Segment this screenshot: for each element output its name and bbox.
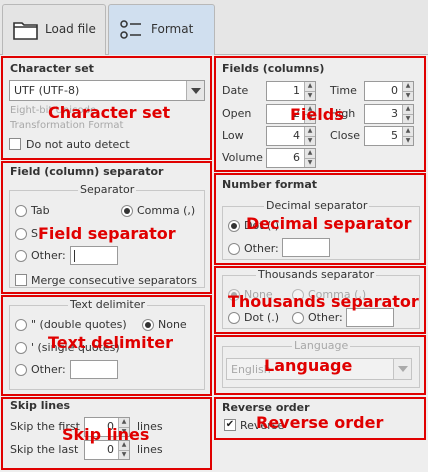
- date-value: 1: [293, 84, 300, 97]
- decimal-other-label: Other:: [244, 242, 279, 255]
- settings-list-icon: [120, 20, 141, 39]
- delimiter-none-label: None: [158, 318, 187, 331]
- tab-load-file-label: Load file: [45, 22, 96, 36]
- low-spinner[interactable]: 4 ▲ ▼: [266, 126, 316, 146]
- separator-other-radio[interactable]: [15, 250, 27, 262]
- decimal-separator-group-title: Decimal separator: [264, 199, 370, 212]
- spinner-down-icon[interactable]: ▼: [403, 115, 413, 124]
- tab-load-file[interactable]: Load file: [2, 4, 106, 55]
- close-value: 5: [391, 129, 398, 142]
- merge-separators-label: Merge consecutive separators: [31, 274, 198, 287]
- charset-dropdown-button[interactable]: [186, 81, 204, 100]
- thousands-other-radio[interactable]: [292, 312, 304, 324]
- reverse-order-checkbox[interactable]: ✔: [224, 419, 236, 431]
- charset-selected-value: UTF (UTF-8): [14, 84, 80, 97]
- spinner-up-icon[interactable]: ▲: [403, 105, 413, 115]
- no-auto-detect-checkbox[interactable]: [9, 138, 21, 150]
- spinner-up-icon[interactable]: ▲: [305, 127, 315, 137]
- character-set-overlay-label: Character set: [48, 103, 171, 122]
- no-auto-detect-label: Do not auto detect: [26, 138, 130, 151]
- skip-last-suffix: lines: [137, 443, 163, 456]
- low-value: 4: [293, 129, 300, 142]
- thousands-separator-group-title: Thousands separator: [256, 268, 377, 281]
- semicolon-radio[interactable]: [15, 228, 27, 240]
- spinner-down-icon[interactable]: ▼: [305, 92, 315, 101]
- time-label: Time: [330, 84, 357, 97]
- time-spinner[interactable]: 0 ▲ ▼: [364, 81, 414, 101]
- spinner-down-icon[interactable]: ▼: [403, 92, 413, 101]
- volume-label: Volume: [222, 151, 263, 164]
- separator-other-input[interactable]: [70, 246, 118, 265]
- decimal-other-input[interactable]: [282, 238, 330, 257]
- spinner-down-icon[interactable]: ▼: [305, 137, 315, 146]
- delimiter-none-radio[interactable]: [142, 319, 154, 331]
- spinner-up-icon[interactable]: ▲: [403, 127, 413, 137]
- tab-format-label: Format: [151, 22, 194, 36]
- comma-radio[interactable]: [121, 205, 133, 217]
- double-quotes-label: " (double quotes): [31, 318, 127, 331]
- high-value: 3: [391, 107, 398, 120]
- low-label: Low: [222, 129, 244, 142]
- spinner-down-icon[interactable]: ▼: [403, 137, 413, 146]
- comma-radio-label: Comma (,): [137, 204, 196, 217]
- decimal-separator-overlay-label: Decimal separator: [246, 214, 412, 233]
- delimiter-other-input[interactable]: [70, 360, 118, 379]
- number-format-title: Number format: [222, 178, 317, 191]
- open-label: Open: [222, 107, 252, 120]
- close-spinner[interactable]: 5 ▲ ▼: [364, 126, 414, 146]
- delimiter-other-label: Other:: [31, 363, 66, 376]
- fields-overlay-label: Fields: [290, 105, 344, 124]
- skip-lines-overlay-label: Skip lines: [62, 425, 150, 444]
- skip-last-label: Skip the last: [10, 443, 79, 456]
- folder-icon: [13, 22, 38, 40]
- decimal-dot-radio[interactable]: [228, 220, 240, 232]
- semicolon-radio-label: S: [31, 227, 38, 240]
- high-spinner[interactable]: 3 ▲ ▼: [364, 104, 414, 124]
- separator-group-title: Separator: [78, 183, 137, 196]
- charset-select[interactable]: UTF (UTF-8): [9, 80, 205, 101]
- double-quotes-radio[interactable]: [15, 319, 27, 331]
- spinner-up-icon[interactable]: ▲: [403, 82, 413, 92]
- language-overlay-label: Language: [264, 356, 353, 375]
- character-set-title: Character set: [10, 62, 94, 75]
- fields-title: Fields (columns): [222, 62, 325, 75]
- thousands-separator-overlay-label: Thousands separator: [228, 292, 419, 311]
- text-delimiter-overlay-label: Text delimiter: [48, 333, 173, 352]
- merge-separators-checkbox[interactable]: [15, 274, 27, 286]
- tab-format[interactable]: Format: [108, 4, 215, 55]
- close-label: Close: [330, 129, 360, 142]
- volume-spinner[interactable]: 6 ▲ ▼: [266, 148, 316, 168]
- skip-lines-title: Skip lines: [10, 399, 71, 412]
- single-quotes-radio[interactable]: [15, 342, 27, 354]
- date-label: Date: [222, 84, 249, 97]
- language-group-title: Language: [292, 339, 351, 352]
- reverse-order-overlay-label: Reverse order: [256, 413, 384, 432]
- separator-other-label: Other:: [31, 249, 66, 262]
- chevron-down-icon: [191, 88, 201, 94]
- thousands-dot-label: Dot (.): [244, 311, 280, 324]
- field-separator-overlay-label: Field separator: [38, 224, 176, 243]
- spinner-up-icon[interactable]: ▲: [305, 82, 315, 92]
- tab-radio[interactable]: [15, 205, 27, 217]
- spinner-down-icon[interactable]: ▼: [305, 159, 315, 168]
- volume-value: 6: [293, 151, 300, 164]
- thousands-other-label: Other:: [308, 311, 343, 324]
- delimiter-other-radio[interactable]: [15, 364, 27, 376]
- spinner-up-icon[interactable]: ▲: [305, 149, 315, 159]
- tab-radio-label: Tab: [31, 204, 50, 217]
- chevron-down-icon: [398, 366, 408, 372]
- date-spinner[interactable]: 1 ▲ ▼: [266, 81, 316, 101]
- time-value: 0: [391, 84, 398, 97]
- decimal-other-radio[interactable]: [228, 243, 240, 255]
- language-dropdown-button[interactable]: [393, 359, 411, 379]
- text-delimiter-group-title: Text delimiter: [68, 298, 147, 311]
- thousands-dot-radio[interactable]: [228, 312, 240, 324]
- text-cursor: [74, 250, 75, 262]
- spinner-down-icon[interactable]: ▼: [119, 451, 129, 460]
- field-separator-title: Field (column) separator: [10, 165, 164, 178]
